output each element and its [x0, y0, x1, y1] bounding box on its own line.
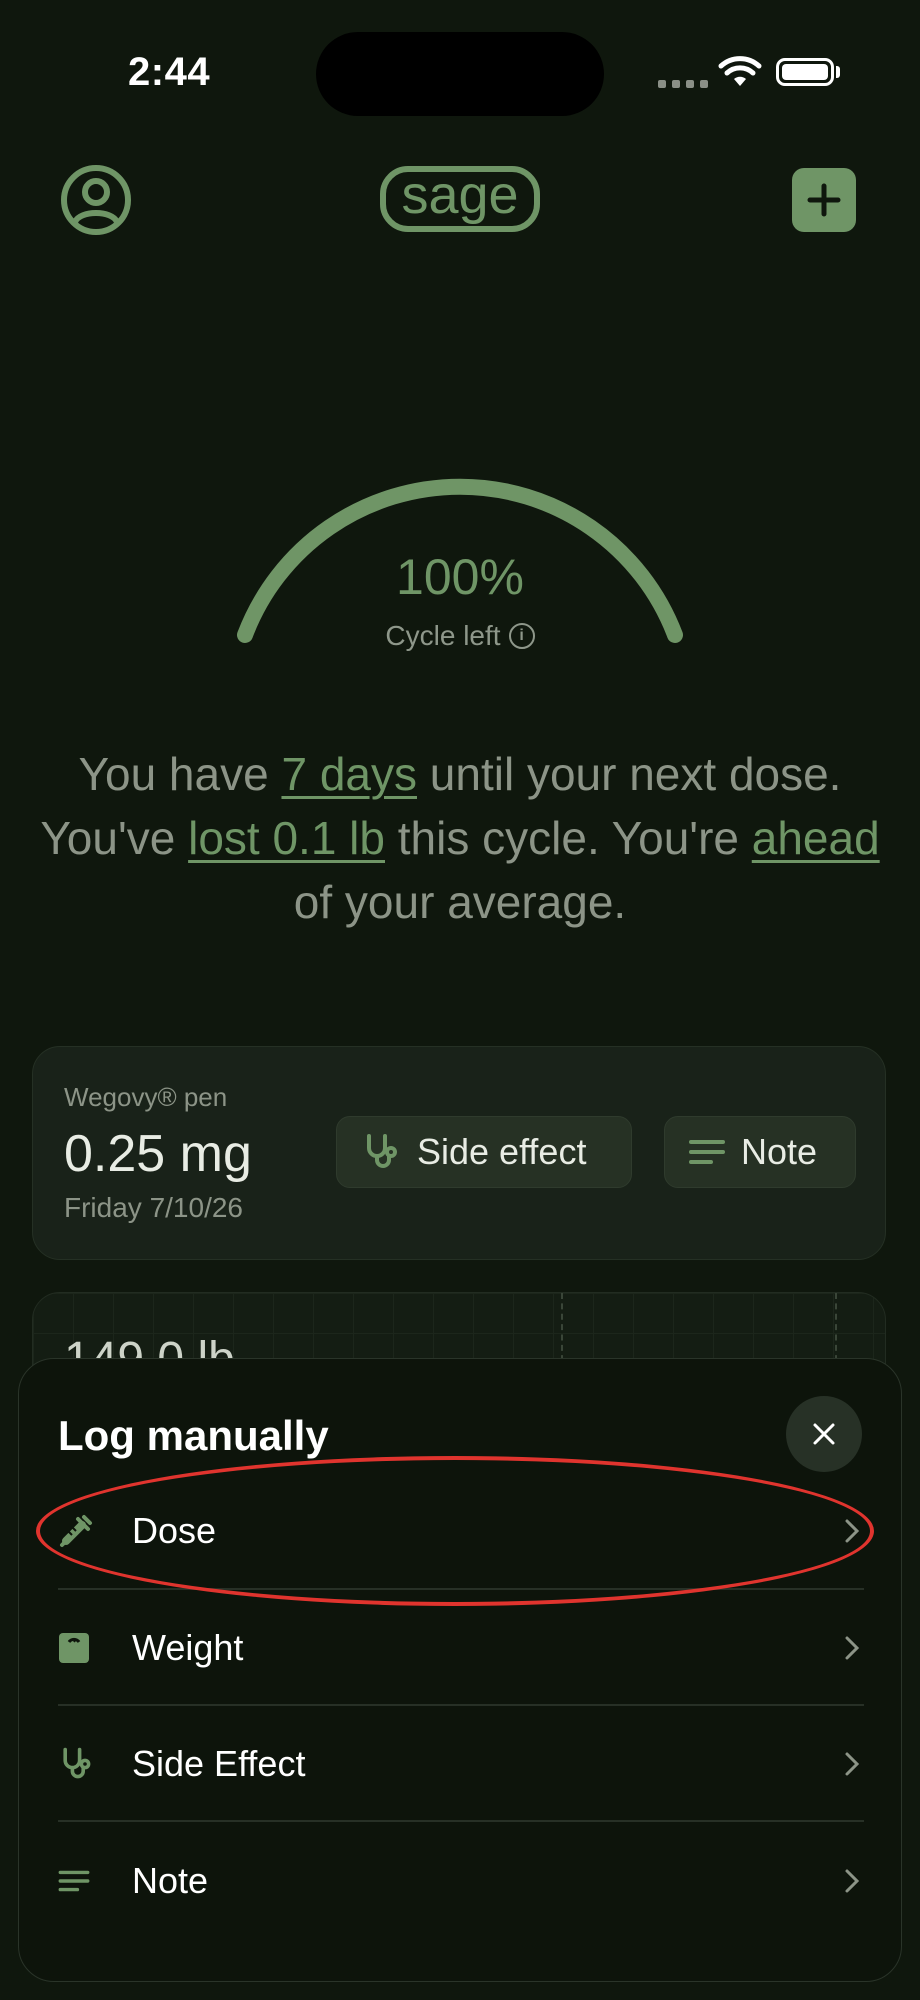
dynamic-island: [316, 32, 604, 116]
close-icon: [813, 1423, 835, 1445]
note-lines-icon: [689, 1140, 725, 1164]
row-label-side-effect: Side Effect: [132, 1743, 306, 1784]
status-time: 2:44: [128, 50, 211, 94]
cycle-summary: You have 7 days until your next dose. Yo…: [40, 742, 880, 934]
info-icon[interactable]: i: [508, 623, 535, 649]
chevron-right-icon: [845, 1869, 860, 1893]
sage-logo: sage: [380, 166, 540, 232]
cycle-caption-row: Cycle left i: [0, 620, 920, 652]
summary-text-3: this cycle. You're: [385, 812, 752, 864]
dose-highlight-ellipse: [36, 1456, 874, 1606]
cycle-percent: 100%: [396, 549, 524, 605]
battery-nub: [836, 66, 840, 78]
close-button[interactable]: [786, 1396, 862, 1472]
plus-icon: [807, 183, 841, 217]
stethoscope-icon: [63, 1747, 91, 1779]
average-comparison-link[interactable]: ahead: [752, 812, 880, 864]
row-divider: [58, 1820, 864, 1822]
add-button[interactable]: [792, 168, 856, 232]
wifi-icon: [718, 56, 762, 86]
chevron-right-icon: [845, 1752, 860, 1776]
scale-icon: [59, 1633, 89, 1663]
dose-date: Friday 7/10/26: [64, 1192, 243, 1223]
note-label: Note: [741, 1131, 818, 1172]
cellular-signal-icon: [658, 80, 708, 88]
medication-name: Wegovy® pen: [64, 1082, 228, 1112]
dose-amount: 0.25 mg: [64, 1125, 252, 1183]
note-button[interactable]: Note: [664, 1116, 856, 1188]
weight-lost-link[interactable]: lost 0.1 lb: [188, 812, 385, 864]
chevron-right-icon: [845, 1636, 860, 1660]
battery-icon: [776, 58, 834, 86]
stethoscope-icon: [367, 1134, 397, 1168]
note-lines-icon: [58, 1870, 90, 1892]
profile-icon[interactable]: [60, 164, 132, 236]
row-label-weight: Weight: [132, 1627, 244, 1668]
side-effect-button[interactable]: Side effect: [336, 1116, 632, 1188]
log-weight-row[interactable]: Weight: [58, 1590, 864, 1706]
summary-text-1: You have: [78, 748, 282, 800]
cycle-caption: Cycle left: [385, 620, 501, 651]
sheet-title: Log manually: [58, 1412, 329, 1459]
side-effect-label: Side effect: [417, 1131, 587, 1172]
summary-text-4: of your average.: [293, 876, 627, 928]
row-label-note: Note: [132, 1860, 209, 1901]
log-side-effect-row[interactable]: Side Effect: [58, 1706, 864, 1822]
log-note-row[interactable]: Note: [58, 1823, 864, 1939]
days-until-dose-link[interactable]: 7 days: [281, 748, 417, 800]
